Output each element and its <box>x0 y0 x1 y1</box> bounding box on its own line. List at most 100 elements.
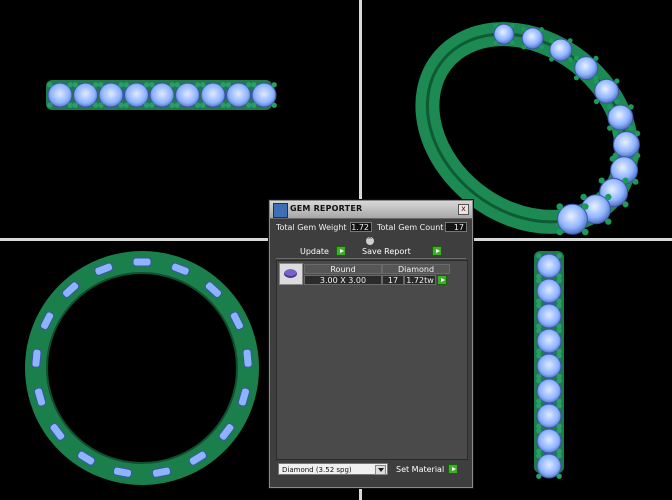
save-report-button[interactable]: Save Report <box>362 246 411 257</box>
gem-prong <box>98 102 104 108</box>
gem-prong <box>536 298 542 304</box>
gem-prong <box>123 102 129 108</box>
gem-prong <box>493 23 498 28</box>
gem-prong <box>556 253 562 259</box>
gem-prong <box>67 102 73 108</box>
gem-thumbnail-icon <box>279 263 303 285</box>
gem-prong <box>93 82 99 88</box>
gem-stone <box>132 257 152 267</box>
save-report-play-icon[interactable] <box>432 246 442 256</box>
gem-prong <box>614 78 620 84</box>
gem-prong <box>510 23 515 28</box>
gem-prong <box>47 102 53 108</box>
gem-prong <box>72 82 78 88</box>
gem-prong <box>536 253 542 259</box>
gem-prong <box>271 102 277 108</box>
gem-list[interactable]: Round Diamond 3.00 X 3.00 17 1.72tw <box>276 260 468 460</box>
gem-stone <box>31 348 42 368</box>
gem-prong <box>622 201 629 208</box>
gem-prong <box>225 102 231 108</box>
gem-prong <box>536 448 542 454</box>
gem-prong <box>556 473 562 479</box>
total-gem-weight-label: Total Gem Weight <box>276 223 347 232</box>
gem-prong <box>556 328 562 334</box>
gem-prong <box>47 82 53 88</box>
gem-prong <box>536 453 542 459</box>
gem-prong <box>556 428 562 434</box>
gem-prong <box>549 38 554 44</box>
update-play-icon[interactable] <box>336 246 346 256</box>
gem-prong <box>628 125 634 131</box>
gem-prong <box>612 130 619 137</box>
gem-prong <box>556 298 562 304</box>
gem-prong <box>573 75 579 81</box>
gem-prong <box>628 104 634 110</box>
gem-prong <box>556 453 562 459</box>
material-select[interactable]: Diamond (3.52 spg) <box>278 463 388 475</box>
gem-prong <box>556 278 562 284</box>
gem-prong <box>200 102 206 108</box>
gem-prong <box>174 102 180 108</box>
update-button[interactable]: Update <box>300 246 329 257</box>
collapse-icon[interactable]: ^ <box>366 237 374 245</box>
gem-prong <box>556 423 562 429</box>
dropdown-arrow-icon[interactable] <box>375 465 386 475</box>
gem-prong <box>556 203 564 210</box>
gem-shape: Round <box>304 264 382 274</box>
gem-prong <box>536 398 542 404</box>
gem-prong <box>144 102 150 108</box>
gem-prong <box>539 44 544 50</box>
gem-prong <box>593 55 599 61</box>
gem-prong <box>607 104 613 110</box>
set-material-play-icon[interactable] <box>448 464 458 474</box>
gem-prong <box>556 398 562 404</box>
gem-prong <box>536 378 542 384</box>
gem-prong <box>536 303 542 309</box>
close-icon[interactable]: x <box>458 204 469 215</box>
gem-prong <box>195 102 201 108</box>
gem-weight: 1.72tw <box>404 275 436 285</box>
gem-prong <box>536 328 542 334</box>
gem-prong <box>521 27 527 32</box>
gem-prong <box>580 193 587 201</box>
gem-row-play-icon[interactable] <box>437 275 447 285</box>
gem-prong <box>169 102 175 108</box>
material-select-value: Diamond (3.52 spg) <box>282 466 352 474</box>
gem-prong <box>536 423 542 429</box>
gem-prong <box>195 82 201 88</box>
gem-prong <box>567 56 573 62</box>
total-gem-count-value: 17 <box>445 222 467 232</box>
gem-prong <box>622 177 629 184</box>
panel-titlebar[interactable]: GEM REPORTER x <box>270 201 472 219</box>
gem-prong <box>123 82 129 88</box>
set-material-button[interactable]: Set Material <box>396 464 445 475</box>
gem-prong <box>556 348 562 354</box>
gem-prong <box>536 348 542 354</box>
gem-prong <box>567 38 573 44</box>
gem-prong <box>556 323 562 329</box>
gem-prong <box>605 218 612 225</box>
gem-prong <box>593 98 600 105</box>
gem-prong <box>634 130 641 137</box>
total-gem-weight-value: 1.72 <box>350 222 372 232</box>
gem-prong <box>536 273 542 279</box>
gem-prong <box>220 82 226 88</box>
gem-material: Diamond <box>382 264 450 274</box>
gem-prong <box>493 40 498 45</box>
gem-prong <box>536 373 542 379</box>
gem-prong <box>98 82 104 88</box>
gem-reporter-panel: GEM REPORTER x Total Gem Weight 1.72 Tot… <box>269 200 473 488</box>
gem-prong <box>200 82 206 88</box>
gem-prong <box>598 177 605 184</box>
gem-prong <box>539 27 544 32</box>
gem-prong <box>220 102 226 108</box>
gem-prong <box>556 303 562 309</box>
gem-prong <box>581 228 589 236</box>
gem-prong <box>93 102 99 108</box>
gem-prong <box>632 178 639 185</box>
gem-prong <box>536 278 542 284</box>
gem-prong <box>521 44 527 50</box>
gem-size: 3.00 X 3.00 <box>304 275 382 285</box>
gem-prong <box>271 82 277 88</box>
gem-prong <box>169 82 175 88</box>
